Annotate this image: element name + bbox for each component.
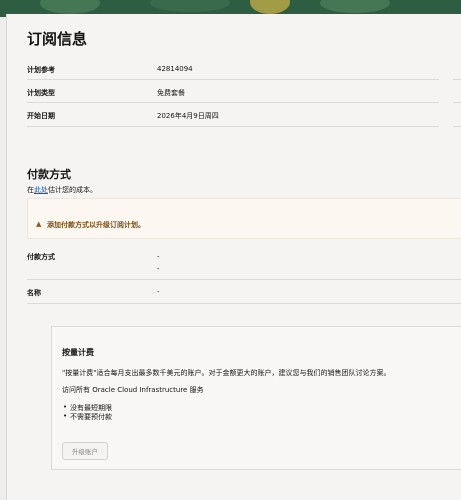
plan-type-value: 免费套餐 (157, 89, 185, 97)
divider (27, 303, 461, 304)
cost-estimate-text: 在此处估计您的成本。 (27, 186, 97, 194)
subscription-title: 订阅信息 (27, 30, 88, 48)
name-value: - (157, 288, 160, 296)
start-date-value: 2026年4月9日周四 (157, 112, 219, 120)
payment-method-value-secondary: - (157, 265, 160, 273)
plan-reference-label: 计划参考 (27, 66, 55, 74)
services-access-text: 访问所有 Oracle Cloud Infrastructure 服务 (62, 386, 204, 394)
divider (27, 102, 439, 103)
divider (27, 279, 461, 280)
divider (453, 126, 461, 127)
divider (453, 79, 461, 80)
start-date-label: 开始日期 (27, 112, 55, 120)
pay-as-you-go-description: "按量计费"适合每月支出最多数千美元的账户。对于金额更大的账户，建议您与我们的销… (62, 369, 391, 377)
list-item: 不需要预付款 (63, 412, 112, 422)
payment-section-title: 付款方式 (27, 168, 71, 181)
pay-as-you-go-card: 按量计费 "按量计费"适合每月支出最多数千美元的账户。对于金额更大的账户，建议您… (51, 326, 461, 470)
plan-type-label: 计划类型 (27, 89, 55, 97)
warning-triangle-icon: ▲ (36, 220, 42, 228)
name-label: 名称 (27, 289, 41, 297)
divider (453, 102, 461, 103)
divider (27, 79, 439, 80)
plan-reference-value: 42814094 (157, 65, 193, 73)
cost-estimate-link[interactable]: 此处 (34, 186, 48, 194)
payment-method-label: 付款方式 (27, 253, 55, 261)
payment-method-value: - (157, 253, 160, 261)
payment-warning-banner: ▲ 添加付款方式以升级订阅计划。 (27, 198, 461, 239)
subscription-panel: 订阅信息 计划参考 42814094 计划类型 免费套餐 开始日期 2026年4… (6, 14, 461, 500)
pay-as-you-go-title: 按量计费 (62, 348, 94, 357)
upgrade-account-button[interactable]: 升级账户 (62, 442, 108, 460)
warning-text: 添加付款方式以升级订阅计划。 (47, 221, 145, 229)
divider (27, 126, 439, 127)
